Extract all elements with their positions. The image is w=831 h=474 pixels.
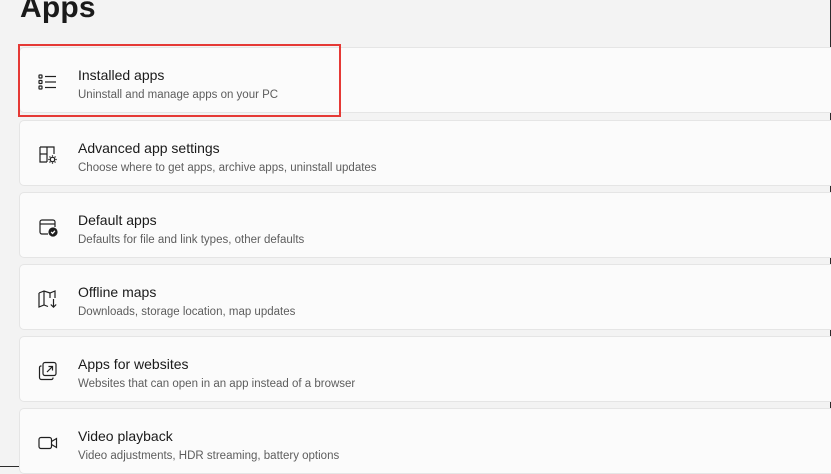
item-title: Default apps (78, 212, 157, 228)
map-icon (36, 287, 60, 311)
app-settings-icon (36, 143, 60, 167)
item-subtitle: Video adjustments, HDR streaming, batter… (78, 450, 340, 462)
item-title: Advanced app settings (78, 140, 220, 156)
item-subtitle: Uninstall and manage apps on your PC (78, 89, 279, 101)
item-subtitle: Choose where to get apps, archive apps, … (78, 162, 377, 174)
item-subtitle: Downloads, storage location, map updates (78, 306, 296, 318)
settings-item-advanced-app-settings[interactable]: Advanced app settings Choose where to ge… (19, 120, 831, 186)
item-title: Video playback (78, 428, 173, 444)
video-camera-icon (36, 431, 60, 455)
item-title: Offline maps (78, 284, 157, 300)
open-in-app-icon (36, 359, 60, 383)
page-title: Apps (20, 0, 96, 24)
item-subtitle: Websites that can open in an app instead… (78, 378, 356, 390)
settings-item-default-apps[interactable]: Default apps Defaults for file and link … (19, 192, 831, 258)
settings-item-installed-apps[interactable]: Installed apps Uninstall and manage apps… (19, 47, 831, 113)
settings-item-video-playback[interactable]: Video playback Video adjustments, HDR st… (19, 408, 831, 474)
item-title: Installed apps (78, 67, 165, 83)
item-title: Apps for websites (78, 356, 189, 372)
item-subtitle: Defaults for file and link types, other … (78, 234, 305, 246)
settings-item-offline-maps[interactable]: Offline maps Downloads, storage location… (19, 264, 831, 330)
default-apps-icon (36, 215, 60, 239)
settings-item-apps-for-websites[interactable]: Apps for websites Websites that can open… (19, 336, 831, 402)
list-icon (36, 70, 60, 94)
